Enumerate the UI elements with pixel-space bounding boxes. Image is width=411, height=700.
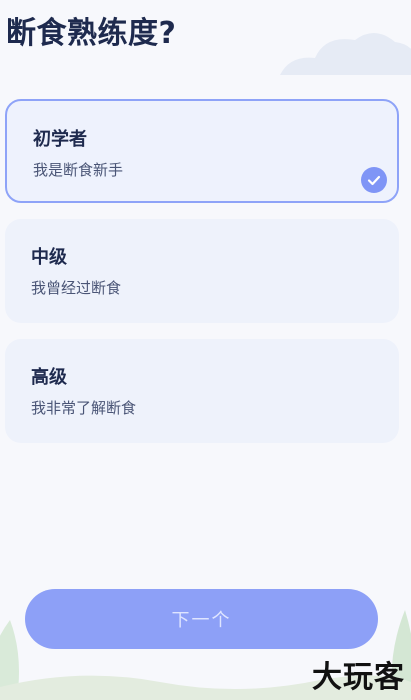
option-title: 中级 — [31, 247, 67, 268]
option-subtitle: 我曾经过断食 — [31, 279, 122, 297]
watermark-logo: 大玩客 — [312, 660, 405, 695]
cloud-decoration — [280, 33, 411, 75]
next-button[interactable]: 下一个 — [25, 589, 378, 649]
option-advanced[interactable]: 高级 我非常了解断食 — [5, 339, 399, 443]
option-subtitle: 我是断食新手 — [33, 161, 124, 179]
option-title: 初学者 — [33, 129, 87, 150]
screen: 断食熟练度? 初学者 我是断食新手 中级 我曾经过断食 高级 我非常了解断食 下… — [0, 0, 411, 700]
option-subtitle: 我非常了解断食 — [31, 399, 137, 417]
option-beginner[interactable]: 初学者 我是断食新手 — [5, 99, 399, 203]
option-title: 高级 — [31, 367, 67, 388]
checkmark-icon — [361, 167, 387, 193]
page-title: 断食熟练度? — [6, 16, 177, 51]
option-intermediate[interactable]: 中级 我曾经过断食 — [5, 219, 399, 323]
